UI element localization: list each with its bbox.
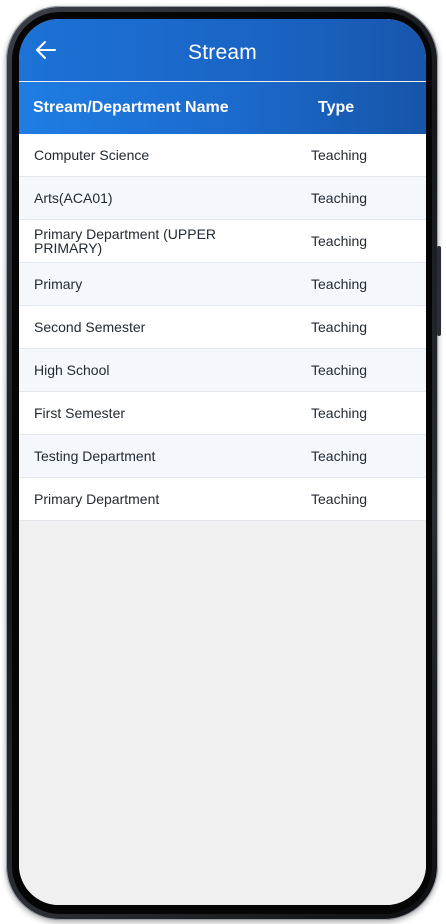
cell-type: Teaching	[311, 448, 368, 464]
cell-stream-name: Primary	[34, 276, 83, 292]
screen: Stream Stream/Department Name Type Compu…	[19, 19, 426, 905]
table-row[interactable]: Computer Science Teaching	[19, 134, 426, 177]
cell-type: Teaching	[311, 362, 368, 378]
table-row[interactable]: Primary Teaching	[19, 263, 426, 306]
stage: Stream Stream/Department Name Type Compu…	[0, 0, 446, 924]
empty-content-area	[19, 521, 426, 905]
cell-stream-name: Primary Department	[34, 491, 160, 507]
column-header-name: Stream/Department Name	[33, 99, 229, 116]
table-header: Stream/Department Name Type	[19, 82, 426, 134]
table-row[interactable]: Second Semester Teaching	[19, 306, 426, 349]
cell-stream-name: Computer Science	[34, 147, 150, 163]
cell-stream-name: Testing Department	[34, 448, 156, 464]
cell-type: Teaching	[311, 190, 368, 206]
cell-stream-name: High School	[34, 362, 110, 378]
column-header-type: Type	[318, 99, 355, 116]
cell-stream-name: Primary Department (UPPER PRIMARY)	[34, 226, 217, 256]
cell-type: Teaching	[311, 276, 368, 292]
table-row[interactable]: Primary Department Teaching	[19, 478, 426, 521]
cell-type: Teaching	[311, 319, 368, 335]
app-bar: Stream	[19, 19, 426, 81]
table-body: Computer Science Teaching Arts(ACA01) Te…	[19, 134, 426, 521]
cell-type: Teaching	[311, 233, 368, 249]
table-row[interactable]: Testing Department Teaching	[19, 435, 426, 478]
cell-stream-name: Second Semester	[34, 319, 146, 335]
cell-type: Teaching	[311, 405, 368, 421]
table-row[interactable]: High School Teaching	[19, 349, 426, 392]
table-row[interactable]: Primary Department (UPPER PRIMARY) Teach…	[19, 220, 426, 263]
cell-type: Teaching	[311, 147, 368, 163]
table-row[interactable]: Arts(ACA01) Teaching	[19, 177, 426, 220]
cell-type: Teaching	[311, 491, 368, 507]
cell-stream-name: First Semester	[34, 405, 126, 421]
cell-stream-name: Arts(ACA01)	[34, 190, 113, 206]
phone-side-button	[437, 246, 441, 336]
table-row[interactable]: First Semester Teaching	[19, 392, 426, 435]
page-title: Stream	[188, 41, 257, 64]
